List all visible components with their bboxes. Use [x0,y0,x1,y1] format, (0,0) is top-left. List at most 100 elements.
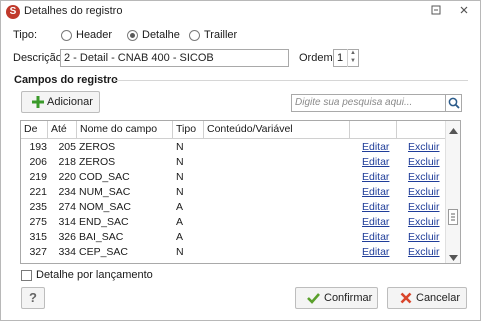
cell-tipo: A [176,201,184,213]
table-row[interactable]: 193 205 ZEROS N Editar Excluir [21,140,445,155]
edit-link[interactable]: Editar [362,170,402,185]
cell-de: 221 [29,186,47,198]
cell-ate: 326 [58,231,76,243]
cell-tipo: N [176,156,184,168]
ordem-label: Ordem: [299,52,336,64]
delete-link[interactable]: Excluir [408,185,448,200]
cell-ate: 220 [58,171,76,183]
col-de[interactable]: De [21,121,48,138]
cell-tipo: N [176,186,184,198]
add-button[interactable]: Adicionar [21,91,100,113]
section-divider [114,80,468,81]
col-ate[interactable]: Até [48,121,77,138]
table-row[interactable]: 221 234 NUM_SAC N Editar Excluir [21,185,445,200]
table-header: De Até Nome do campo Tipo Conteúdo/Variá… [21,121,445,139]
cell-tipo: N [176,141,184,153]
delete-link[interactable]: Excluir [408,170,448,185]
cell-ate: 274 [58,201,76,213]
cell-ate: 314 [58,216,76,228]
edit-link[interactable]: Editar [362,155,402,170]
cell-nome: COD_SAC [79,171,130,183]
restore-icon[interactable] [428,4,444,20]
check-icon [307,292,320,307]
delete-link[interactable]: Excluir [408,230,448,245]
cell-nome: NUM_SAC [79,186,131,198]
edit-link[interactable]: Editar [362,185,402,200]
window-title: Detalhes do registro [24,5,123,17]
col-conteudo[interactable]: Conteúdo/Variável [204,121,350,138]
cell-conteudo [207,185,347,200]
edit-link[interactable]: Editar [362,215,402,230]
app-icon: S [6,5,20,19]
col-tipo[interactable]: Tipo [173,121,204,138]
confirm-button[interactable]: Confirmar [295,287,378,309]
table-row[interactable]: 315 326 BAI_SAC A Editar Excluir [21,230,445,245]
cell-tipo: N [176,171,184,183]
scroll-thumb[interactable] [448,209,458,225]
add-button-label: Adicionar [47,96,93,108]
search-icon [448,97,460,112]
cell-de: 235 [29,201,47,213]
dialog-window: S Detalhes do registro Tipo: Header Deta… [0,0,481,321]
x-icon [400,292,412,307]
cell-nome: ZEROS [79,141,116,153]
descricao-label: Descrição: [13,52,65,64]
cell-conteudo [207,170,347,185]
descricao-field[interactable]: 2 - Detail - CNAB 400 - SICOB [60,49,289,67]
table-row[interactable]: 219 220 COD_SAC N Editar Excluir [21,170,445,185]
cell-conteudo [207,200,347,215]
detalhe-lancamento-checkbox[interactable] [21,270,32,281]
table-row[interactable]: 235 274 NOM_SAC A Editar Excluir [21,200,445,215]
cell-de: 219 [29,171,47,183]
radio-trailler-label[interactable]: Trailler [204,29,237,41]
radio-detalhe[interactable] [127,30,138,41]
cell-de: 327 [29,246,47,258]
scroll-up-icon[interactable] [449,125,458,137]
table-row[interactable]: 327 334 CEP_SAC N Editar Excluir [21,245,445,260]
title-bar[interactable]: S Detalhes do registro [1,1,480,23]
table-scrollbar[interactable] [445,121,460,263]
radio-header-label[interactable]: Header [76,29,112,41]
col-nome[interactable]: Nome do campo [77,121,173,138]
delete-link[interactable]: Excluir [408,200,448,215]
cell-tipo: A [176,231,184,243]
detalhe-lancamento-label[interactable]: Detalhe por lançamento [36,269,153,281]
cancel-button[interactable]: Cancelar [387,287,467,309]
cell-nome: ZEROS [79,156,116,168]
cell-nome: BAI_SAC [79,231,124,243]
fields-table[interactable]: De Até Nome do campo Tipo Conteúdo/Variá… [20,120,461,264]
cell-ate: 234 [58,186,76,198]
help-button[interactable]: ? [21,287,45,309]
search-button[interactable] [445,94,462,112]
plus-icon [32,96,44,111]
table-row[interactable]: 275 314 END_SAC A Editar Excluir [21,215,445,230]
spin-up-icon[interactable]: ▲ [348,49,358,57]
cell-conteudo [207,155,347,170]
radio-trailler[interactable] [189,30,200,41]
cell-nome: END_SAC [79,216,129,228]
edit-link[interactable]: Editar [362,200,402,215]
close-icon[interactable] [456,4,472,20]
edit-link[interactable]: Editar [362,230,402,245]
cell-tipo: A [176,216,184,228]
cell-ate: 334 [58,246,76,258]
table-row[interactable]: 206 218 ZEROS N Editar Excluir [21,155,445,170]
scroll-down-icon[interactable] [449,252,458,263]
tipo-label: Tipo: [13,29,38,41]
edit-link[interactable]: Editar [362,245,402,260]
cell-de: 193 [29,141,47,153]
delete-link[interactable]: Excluir [408,140,448,155]
delete-link[interactable]: Excluir [408,215,448,230]
delete-link[interactable]: Excluir [408,245,448,260]
col-edit-header [350,121,397,138]
cell-conteudo [207,215,347,230]
edit-link[interactable]: Editar [362,140,402,155]
radio-detalhe-label[interactable]: Detalhe [142,29,180,41]
cell-ate: 205 [58,141,76,153]
cell-conteudo [207,140,347,155]
delete-link[interactable]: Excluir [408,155,448,170]
ordem-stepper[interactable]: ▲ ▼ [347,49,358,67]
search-input[interactable]: Digite sua pesquisa aqui... [291,94,446,112]
spin-down-icon[interactable]: ▼ [348,57,358,65]
radio-header[interactable] [61,30,72,41]
